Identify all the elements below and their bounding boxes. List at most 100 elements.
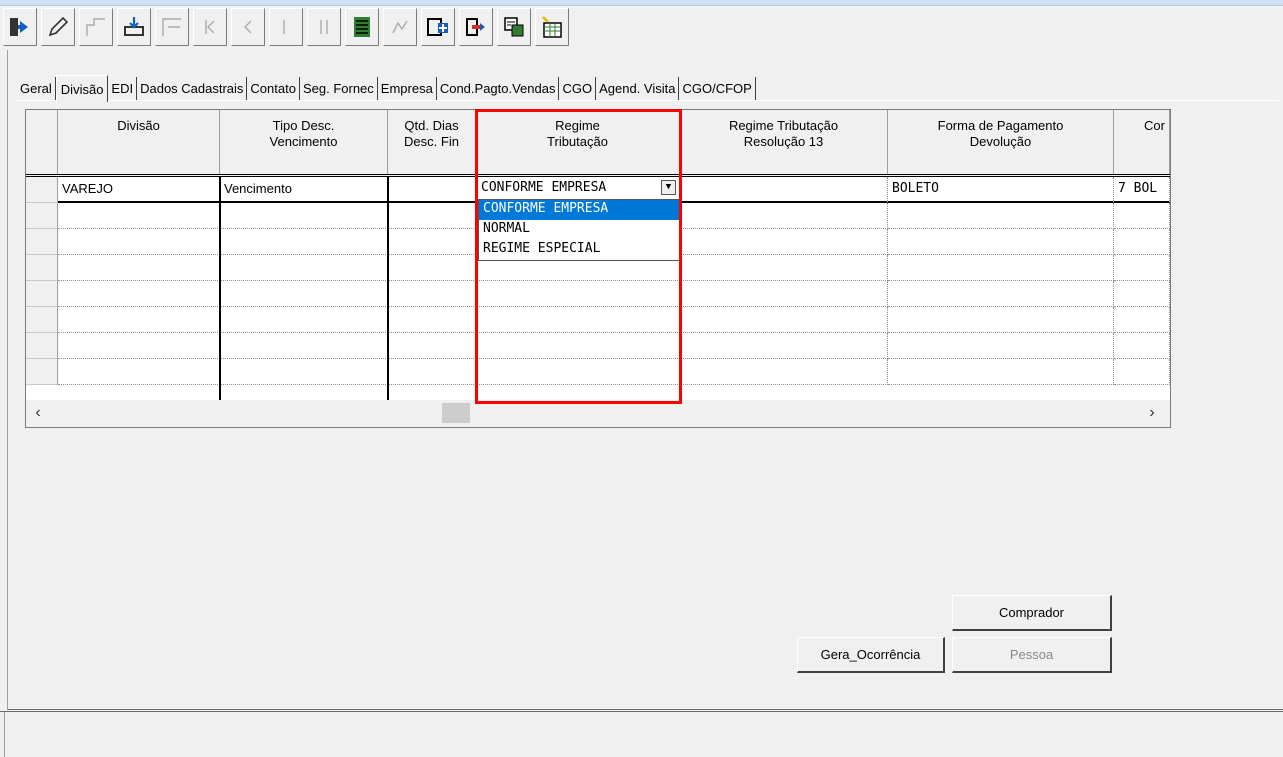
grid-cell[interactable] [1114, 255, 1170, 281]
grid-cell[interactable] [888, 359, 1114, 385]
tab-agend-visita[interactable]: Agend. Visita [596, 77, 680, 100]
grid-cell[interactable] [888, 281, 1114, 307]
edit-button[interactable] [41, 8, 75, 46]
tab-bar: Geral Divisão EDI Dados Cadastrais Conta… [17, 72, 756, 102]
grid-cell[interactable] [220, 307, 388, 333]
grid-cell[interactable] [888, 229, 1114, 255]
row-indicator[interactable] [26, 203, 58, 229]
tab-cond-pagto-vendas[interactable]: Cond.Pagto.Vendas [437, 77, 560, 100]
add-record-button[interactable] [421, 8, 455, 46]
pessoa-button[interactable]: Pessoa [952, 637, 1112, 673]
grid-cell[interactable] [680, 359, 888, 385]
save-icon [124, 17, 144, 36]
scroll-right-icon[interactable]: › [1142, 403, 1162, 423]
save-button[interactable] [117, 8, 151, 46]
grid-cell[interactable] [220, 229, 388, 255]
grid-cell[interactable] [388, 203, 476, 229]
grid-cell[interactable] [58, 281, 220, 307]
column-header-cor[interactable]: Cor [1114, 110, 1170, 174]
grid-cell[interactable] [388, 255, 476, 281]
grid-cell[interactable] [1114, 203, 1170, 229]
grid-cell[interactable] [58, 203, 220, 229]
header-corner [26, 110, 58, 174]
column-header-regime-tributacao-resolucao-13[interactable]: Regime Tributação Resolução 13 [680, 110, 888, 174]
grid-cell[interactable] [888, 203, 1114, 229]
previous-button[interactable] [231, 8, 265, 46]
first-button[interactable] [193, 8, 227, 46]
tab-dados-cadastrais[interactable]: Dados Cadastrais [137, 77, 248, 100]
tab-divisao[interactable]: Divisão [55, 75, 109, 102]
column-header-divisao[interactable]: Divisão [58, 110, 220, 174]
tab-cgo-cfop[interactable]: CGO/CFOP [679, 77, 756, 100]
grid-cell[interactable] [1114, 359, 1170, 385]
grid-cell[interactable] [220, 333, 388, 359]
row-indicator[interactable] [26, 333, 58, 359]
new-button[interactable] [79, 8, 113, 46]
grid-cell[interactable] [680, 255, 888, 281]
grid-cell[interactable] [680, 307, 888, 333]
cell-forma-pagamento-devolucao[interactable]: BOLETO [888, 177, 1114, 203]
grid-cell[interactable] [388, 359, 476, 385]
grid-cell[interactable] [388, 229, 476, 255]
column-header-tipo-desc-vencimento[interactable]: Tipo Desc. Vencimento [220, 110, 388, 174]
cell-divisao[interactable]: VAREJO [58, 177, 220, 203]
gera-ocorrencia-button[interactable]: Gera_Ocorrência [797, 637, 945, 673]
grid-cell[interactable] [680, 281, 888, 307]
grid-cell[interactable] [1114, 229, 1170, 255]
grid-cell[interactable] [388, 307, 476, 333]
grid-view-button[interactable] [345, 8, 379, 46]
report-button[interactable] [497, 8, 531, 46]
grid-cell[interactable] [1114, 281, 1170, 307]
edit-icon [48, 16, 69, 37]
export-button[interactable] [459, 8, 493, 46]
grid-cell[interactable] [58, 333, 220, 359]
grid-cell[interactable] [888, 307, 1114, 333]
exit-button[interactable] [3, 8, 37, 46]
row-indicator[interactable] [26, 255, 58, 281]
row-indicator[interactable] [26, 307, 58, 333]
scroll-thumb[interactable] [442, 403, 470, 423]
row-indicator[interactable] [26, 281, 58, 307]
cell-tipo-desc-vencimento[interactable]: Vencimento [220, 177, 388, 203]
scroll-left-icon[interactable]: ‹ [28, 403, 48, 423]
grid-cell[interactable] [1114, 333, 1170, 359]
column-header-qtd-dias-desc-fin[interactable]: Qtd. Dias Desc. Fin [388, 110, 476, 174]
column-header-forma-pagamento-devolucao[interactable]: Forma de Pagamento Devolução [888, 110, 1114, 174]
grid-cell[interactable] [388, 281, 476, 307]
tab-empresa[interactable]: Empresa [378, 77, 437, 100]
grid-cell[interactable] [888, 333, 1114, 359]
cell-qtd-dias-desc-fin[interactable] [388, 177, 476, 203]
row-indicator[interactable] [26, 229, 58, 255]
grid-cell[interactable] [1114, 307, 1170, 333]
row-indicator[interactable] [26, 177, 58, 203]
grid-cell[interactable] [388, 333, 476, 359]
tab-seg-fornec[interactable]: Seg. Fornec [300, 77, 378, 100]
grid-cell[interactable] [220, 203, 388, 229]
grid-cell[interactable] [220, 281, 388, 307]
comprador-button[interactable]: Comprador [952, 595, 1112, 631]
last-button[interactable] [307, 8, 341, 46]
grid-cell[interactable] [220, 255, 388, 281]
grid-cell[interactable] [888, 255, 1114, 281]
grid-cell[interactable] [680, 333, 888, 359]
row-indicator[interactable] [26, 359, 58, 385]
delete-button[interactable] [155, 8, 189, 46]
tab-cgo[interactable]: CGO [559, 77, 597, 100]
tab-contato[interactable]: Contato [247, 77, 300, 100]
tab-edi[interactable]: EDI [108, 77, 138, 100]
calendar-button[interactable] [535, 8, 569, 46]
cell-cor[interactable]: 7 BOL [1114, 177, 1170, 203]
tab-geral[interactable]: Geral [17, 77, 56, 100]
grid-cell[interactable] [58, 229, 220, 255]
horizontal-scrollbar[interactable]: ‹ › [26, 400, 1170, 427]
cell-regime-tributacao-resolucao-13[interactable] [680, 177, 888, 203]
grid-cell[interactable] [58, 359, 220, 385]
grid-cell[interactable] [680, 229, 888, 255]
find-button[interactable] [383, 8, 417, 46]
next-button[interactable] [269, 8, 303, 46]
add-record-icon [427, 18, 448, 36]
grid-cell[interactable] [58, 307, 220, 333]
grid-cell[interactable] [58, 255, 220, 281]
grid-cell[interactable] [220, 359, 388, 385]
grid-cell[interactable] [680, 203, 888, 229]
